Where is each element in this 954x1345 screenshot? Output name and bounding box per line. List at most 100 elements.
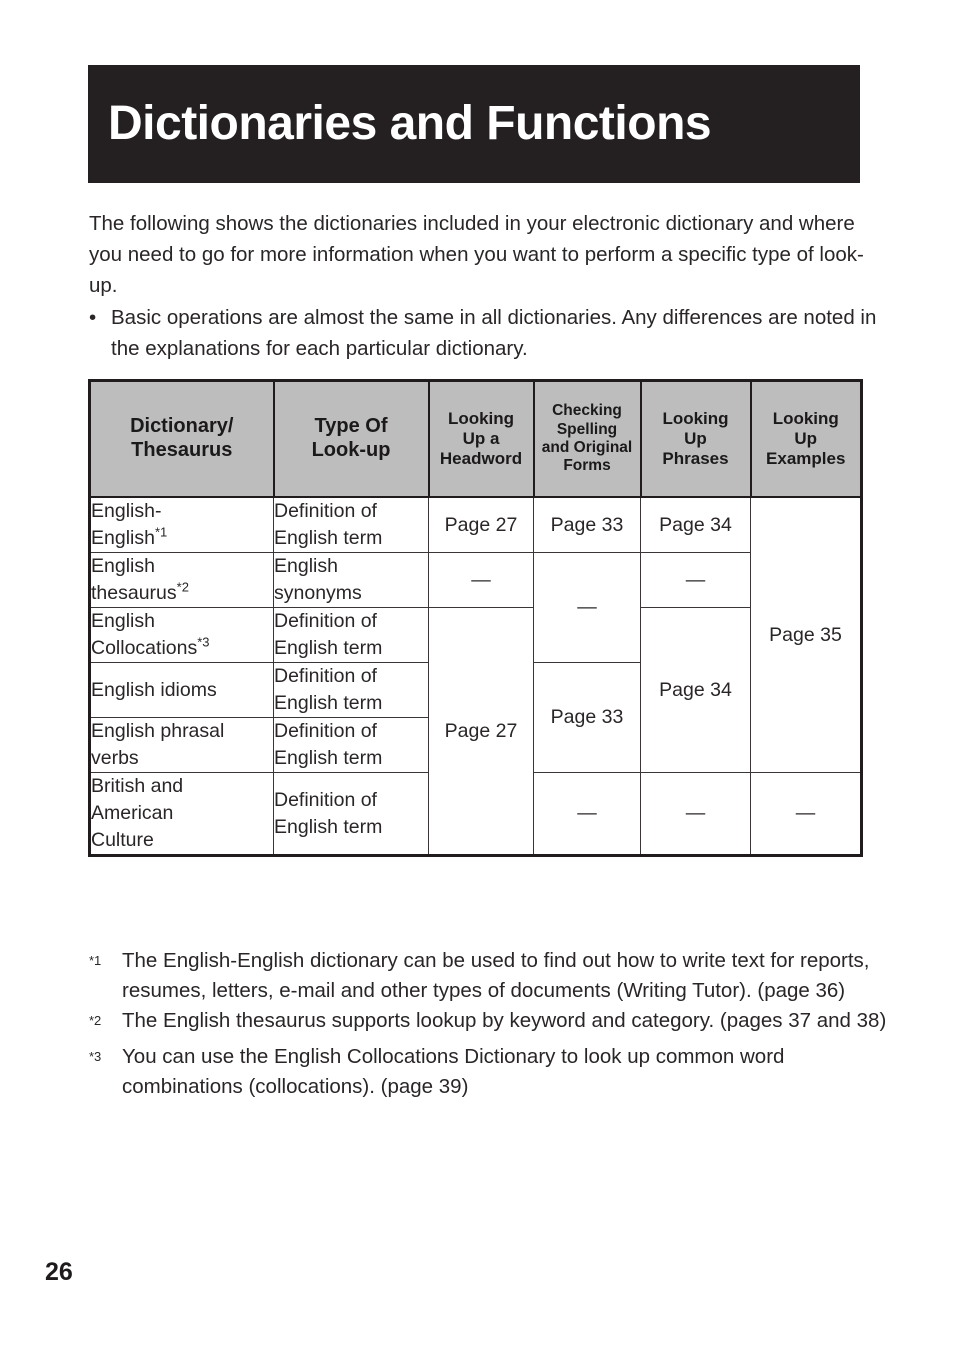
cell-headword-page: — (428, 552, 534, 608)
footnote-marker-text: *3 (89, 1048, 102, 1064)
cell-spelling-page: — (533, 772, 641, 856)
footnote-text: The English-English dictionary can be us… (122, 949, 870, 1002)
dictionary-name-line: Culture (91, 829, 154, 851)
table-row: English- English*1 Definition of English… (89, 496, 862, 773)
header-line: Thesaurus (131, 439, 233, 461)
footnote-marker-text: *2 (89, 1013, 102, 1028)
dictionary-name-line: verbs (91, 747, 139, 769)
dictionary-name-line: American (91, 802, 174, 824)
footnote-text: The English thesaurus supports lookup by… (122, 1009, 887, 1032)
cell-dictionary-name: English Collocations*3 (89, 607, 274, 663)
lookup-type-line: Definition of (274, 610, 377, 632)
cell-dictionary-name: English phrasal verbs (89, 717, 274, 773)
header-line: Checking (552, 402, 622, 420)
dictionary-name-line: thesaurus (91, 582, 177, 604)
column-header-looking-up-headword: Looking Up a Headword (427, 380, 535, 498)
cell-lookup-type: Definition of English term (273, 772, 429, 856)
table-header: Dictionary/ Thesaurus Type Of Look-up Lo… (88, 380, 863, 498)
dictionary-name-line: Collocations (91, 637, 198, 659)
lookup-type-line: English term (274, 637, 383, 659)
footnote-item: *1 The English-English dictionary can be… (89, 946, 889, 1006)
header-line: Forms (563, 457, 611, 475)
cell-dictionary-name: English idioms (89, 662, 274, 718)
page-number: 26 (45, 1258, 73, 1286)
footnote-marker: *1 (89, 946, 122, 982)
dictionary-name-line: English phrasal (91, 720, 225, 742)
cell-phrases-page: — (640, 772, 751, 856)
cell-lookup-type: Definition of English term (273, 607, 429, 663)
header-line: Phrases (662, 449, 729, 469)
footnote-marker-text: *1 (89, 953, 102, 968)
header-line: Looking (447, 408, 515, 428)
header-line: Up a (462, 428, 500, 448)
cell-dictionary-name: English thesaurus*2 (89, 552, 274, 608)
dictionary-functions-table-wrapper: Dictionary/ Thesaurus Type Of Look-up Lo… (88, 379, 863, 857)
footnote-ref: *1 (154, 524, 168, 540)
lookup-type-line: Definition of (274, 720, 377, 742)
page-title-banner: Dictionaries and Functions (88, 65, 860, 183)
footnote-ref: *2 (176, 579, 189, 595)
table-row: English thesaurus*2 English synonyms — —… (89, 552, 862, 663)
lookup-type-line: Definition of (274, 665, 377, 687)
column-header-checking-spelling: Checking Spelling and Original Forms (532, 380, 642, 498)
cell-spelling-page: — (533, 552, 641, 663)
lookup-type-line: synonyms (274, 582, 362, 604)
cell-phrases-page: Page 34 (640, 607, 751, 773)
lookup-type-line: English (274, 555, 338, 577)
dictionary-name-line: British and (91, 775, 184, 797)
cell-phrases-page: Page 34 (640, 496, 751, 553)
table-header-row: Dictionary/ Thesaurus Type Of Look-up Lo… (88, 380, 863, 498)
header-line: Headword (439, 449, 523, 469)
column-header-dictionary-thesaurus: Dictionary/ Thesaurus (88, 380, 275, 498)
footnotes-section: *1 The English-English dictionary can be… (89, 946, 889, 1102)
header-line: Looking (772, 408, 839, 428)
dictionary-name-line: English (91, 527, 155, 549)
intro-section: The following shows the dictionaries inc… (89, 208, 879, 364)
dictionary-name-line: English idioms (91, 678, 217, 701)
cell-headword-page: Page 27 (428, 607, 534, 856)
intro-bullet-item: • Basic operations are almost the same i… (89, 302, 879, 364)
table-body: English- English*1 Definition of English… (89, 496, 862, 856)
lookup-type-line: English term (274, 527, 383, 549)
dictionary-functions-table: Dictionary/ Thesaurus Type Of Look-up Lo… (88, 379, 863, 857)
lookup-type-line: English term (274, 692, 383, 714)
dictionary-name-line: English- (91, 500, 162, 522)
column-header-type-of-lookup: Type Of Look-up (272, 380, 430, 498)
footnote-item: *3 You can use the English Collocations … (89, 1042, 889, 1102)
cell-spelling-page: Page 33 (533, 496, 641, 553)
cell-dictionary-name: English- English*1 (89, 496, 274, 553)
cell-lookup-type: English synonyms (273, 552, 429, 608)
header-line: Examples (766, 449, 846, 469)
cell-examples-page: Page 35 (750, 496, 862, 773)
cell-phrases-page: — (640, 552, 751, 608)
cell-headword-page: Page 27 (428, 496, 534, 553)
lookup-type-line: English term (274, 747, 383, 769)
header-line: Looking (662, 408, 729, 428)
footnote-item: *2 The English thesaurus supports lookup… (89, 1006, 889, 1042)
lookup-type-line: English term (274, 815, 383, 838)
header-line: Up (684, 428, 707, 448)
document-page: Dictionaries and Functions The following… (0, 0, 954, 1345)
header-line: Up (794, 428, 818, 448)
dictionary-name-line: English (91, 610, 155, 632)
cell-lookup-type: Definition of English term (273, 717, 429, 773)
cell-lookup-type: Definition of English term (273, 496, 429, 553)
footnote-text: You can use the English Collocations Dic… (122, 1044, 785, 1098)
header-line: Look-up (311, 439, 391, 461)
column-header-looking-up-phrases: Looking Up Phrases (639, 380, 752, 498)
dictionary-name-line: English (91, 555, 155, 577)
header-line: Dictionary/ (130, 415, 234, 438)
header-line: and Original (541, 439, 633, 456)
footnote-marker: *2 (89, 1006, 122, 1042)
footnote-marker: *3 (89, 1042, 122, 1078)
cell-spelling-page: Page 33 (533, 662, 641, 773)
column-header-looking-up-examples: Looking Up Examples (749, 380, 863, 498)
cell-dictionary-name: British and American Culture (89, 772, 274, 856)
intro-paragraph: The following shows the dictionaries inc… (89, 212, 864, 297)
header-line: Spelling (556, 420, 618, 438)
cell-examples-page: — (750, 772, 862, 856)
footnote-ref: *3 (197, 634, 210, 650)
page-title: Dictionaries and Functions (108, 97, 712, 150)
cell-lookup-type: Definition of English term (273, 662, 429, 718)
intro-bullet-text: Basic operations are almost the same in … (111, 306, 877, 360)
